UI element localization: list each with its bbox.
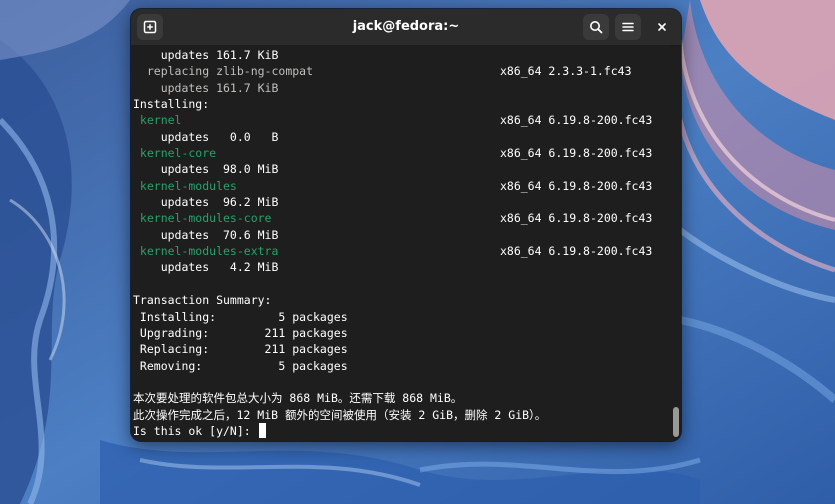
line-text: updates 70.6 MiB (133, 227, 279, 242)
terminal-line: Installing: (133, 96, 652, 112)
line-text: Upgrading: 211 packages (133, 325, 348, 340)
close-icon (658, 23, 666, 31)
terminal-line: kernel-modules x86_64 6.19.8-200.fc43 (133, 178, 652, 194)
terminal-line: kernel-modules-core x86_64 6.19.8-200.fc… (133, 210, 652, 226)
line-text: updates 161.7 KiB (133, 80, 279, 95)
terminal-line: kernel x86_64 6.19.8-200.fc43 (133, 112, 652, 128)
terminal-line: Is this ok [y/N]: (133, 422, 652, 439)
terminal-line: replacing zlib-ng-compat x86_64 2.3.3-1.… (133, 63, 652, 79)
terminal-line: Upgrading: 211 packages (133, 325, 652, 341)
terminal-line: Replacing: 211 packages (133, 341, 652, 357)
terminal-line: Installing: 5 packages (133, 309, 652, 325)
terminal-line: updates 96.2 MiB (133, 194, 652, 210)
terminal-line: 本次要处理的软件包总大小为 868 MiB。还需下载 868 MiB。 (133, 390, 652, 406)
line-text: Installing: (133, 97, 210, 112)
line-text: updates 96.2 MiB (133, 195, 279, 210)
package-info: x86_64 6.19.8-200.fc43 (499, 178, 653, 193)
terminal-lines: updates 161.7 KiB replacing zlib-ng-comp… (133, 47, 652, 439)
terminal-line: updates 4.2 MiB (133, 259, 652, 275)
close-button[interactable] (651, 16, 673, 38)
line-text: 本次要处理的软件包总大小为 868 MiB。还需下载 868 MiB。 (133, 391, 463, 406)
line-text: updates 4.2 MiB (133, 260, 279, 275)
line-text: 此次操作完成之后，12 MiB 额外的空间被使用（安装 2 GiB，删除 2 G… (133, 407, 547, 422)
line-text: Is this ok [y/N]: (133, 423, 258, 438)
terminal-window: jack@fedora:~ updates 161.7 KiB replacin… (131, 9, 681, 441)
new-tab-icon (143, 20, 157, 34)
package-info: x86_64 6.19.8-200.fc43 (499, 211, 653, 226)
package-info: x86_64 6.19.8-200.fc43 (499, 113, 653, 128)
search-button[interactable] (583, 14, 609, 40)
line-text: Removing: 5 packages (133, 358, 348, 373)
terminal-line: Transaction Summary: (133, 292, 652, 308)
package-name: kernel (133, 113, 182, 128)
terminal-line: updates 70.6 MiB (133, 227, 652, 243)
line-text: Transaction Summary: (133, 293, 272, 308)
terminal-scrollbar[interactable] (671, 45, 679, 441)
line-text: Installing: 5 packages (133, 309, 348, 324)
terminal-cursor (258, 422, 266, 438)
package-name: kernel-core (133, 146, 217, 161)
new-tab-button[interactable] (137, 14, 163, 40)
terminal-output[interactable]: updates 161.7 KiB replacing zlib-ng-comp… (131, 45, 669, 441)
package-name: kernel-modules-core (133, 211, 272, 226)
terminal-line: updates 0.0 B (133, 129, 652, 145)
package-name: replacing zlib-ng-compat (133, 64, 314, 79)
search-icon (590, 21, 603, 34)
line-text: updates 98.0 MiB (133, 162, 279, 177)
menu-button[interactable] (615, 14, 641, 40)
package-name: kernel-modules (133, 178, 237, 193)
window-titlebar[interactable]: jack@fedora:~ (131, 9, 681, 46)
terminal-line: Removing: 5 packages (133, 358, 652, 374)
hamburger-menu-icon (622, 22, 634, 32)
scrollbar-thumb[interactable] (673, 407, 679, 437)
terminal-line: updates 98.0 MiB (133, 161, 652, 177)
line-text: updates 0.0 B (133, 129, 279, 144)
terminal-line: kernel-core x86_64 6.19.8-200.fc43 (133, 145, 652, 161)
terminal-line: updates 161.7 KiB (133, 47, 652, 63)
package-info: x86_64 2.3.3-1.fc43 (499, 64, 632, 79)
line-text: updates 161.7 KiB (133, 48, 279, 62)
package-info: x86_64 6.19.8-200.fc43 (499, 146, 653, 161)
package-info: x86_64 6.19.8-200.fc43 (499, 244, 653, 259)
terminal-line: kernel-modules-extra x86_64 6.19.8-200.f… (133, 243, 652, 259)
terminal-line: updates 161.7 KiB (133, 80, 652, 96)
line-text: Replacing: 211 packages (133, 342, 348, 357)
terminal-line: 此次操作完成之后，12 MiB 额外的空间被使用（安装 2 GiB，删除 2 G… (133, 407, 652, 423)
package-name: kernel-modules-extra (133, 244, 279, 259)
